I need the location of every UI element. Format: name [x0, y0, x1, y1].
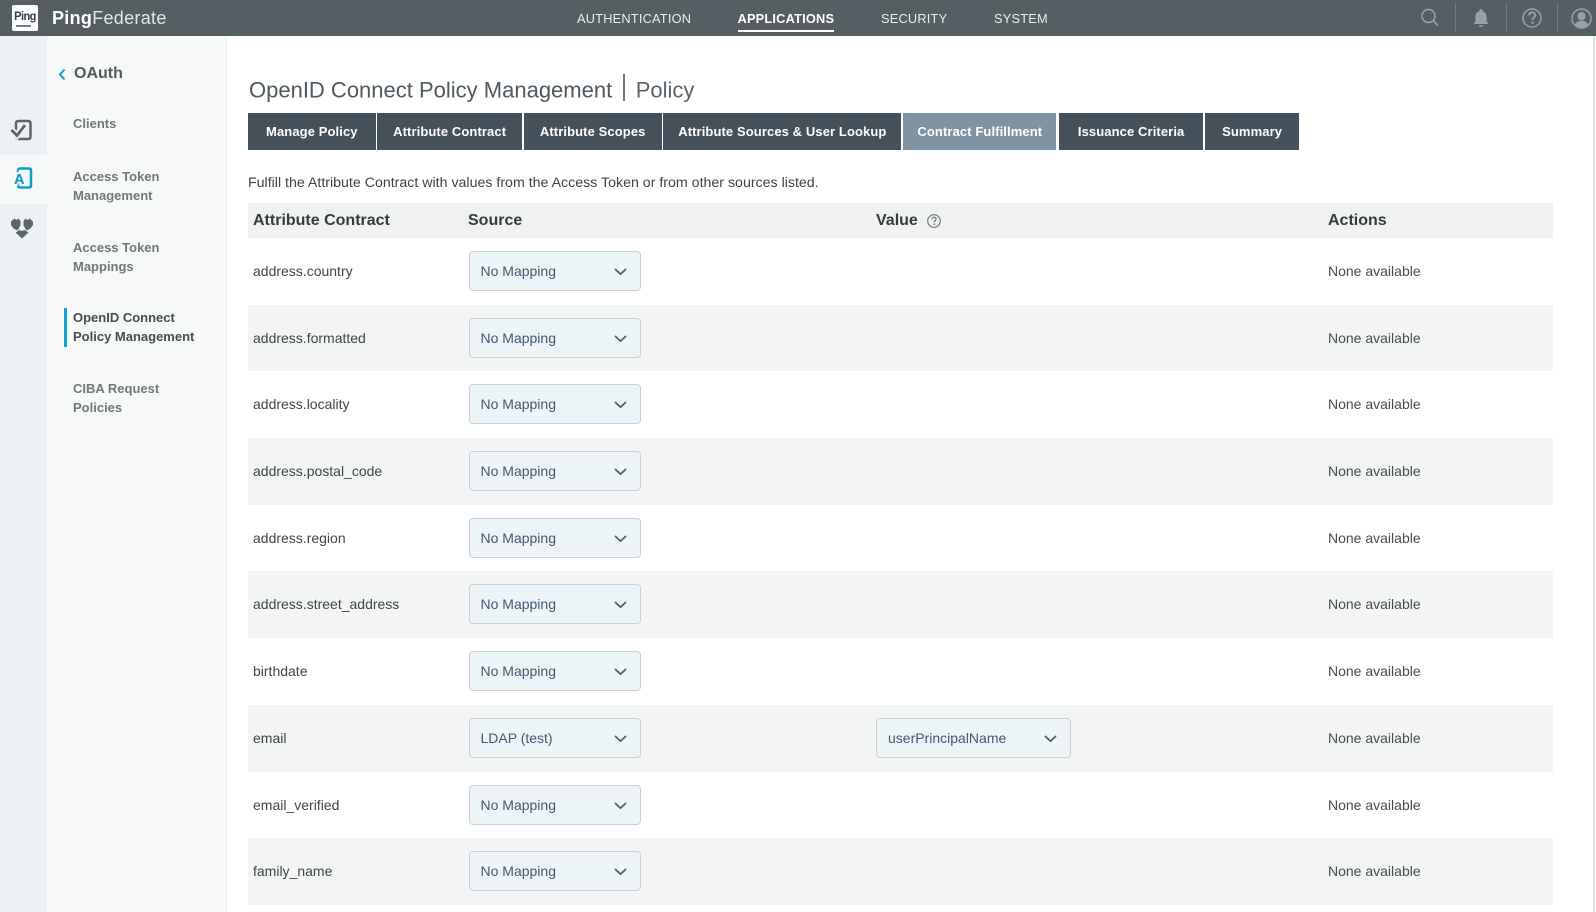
svg-text:A: A — [13, 172, 24, 188]
